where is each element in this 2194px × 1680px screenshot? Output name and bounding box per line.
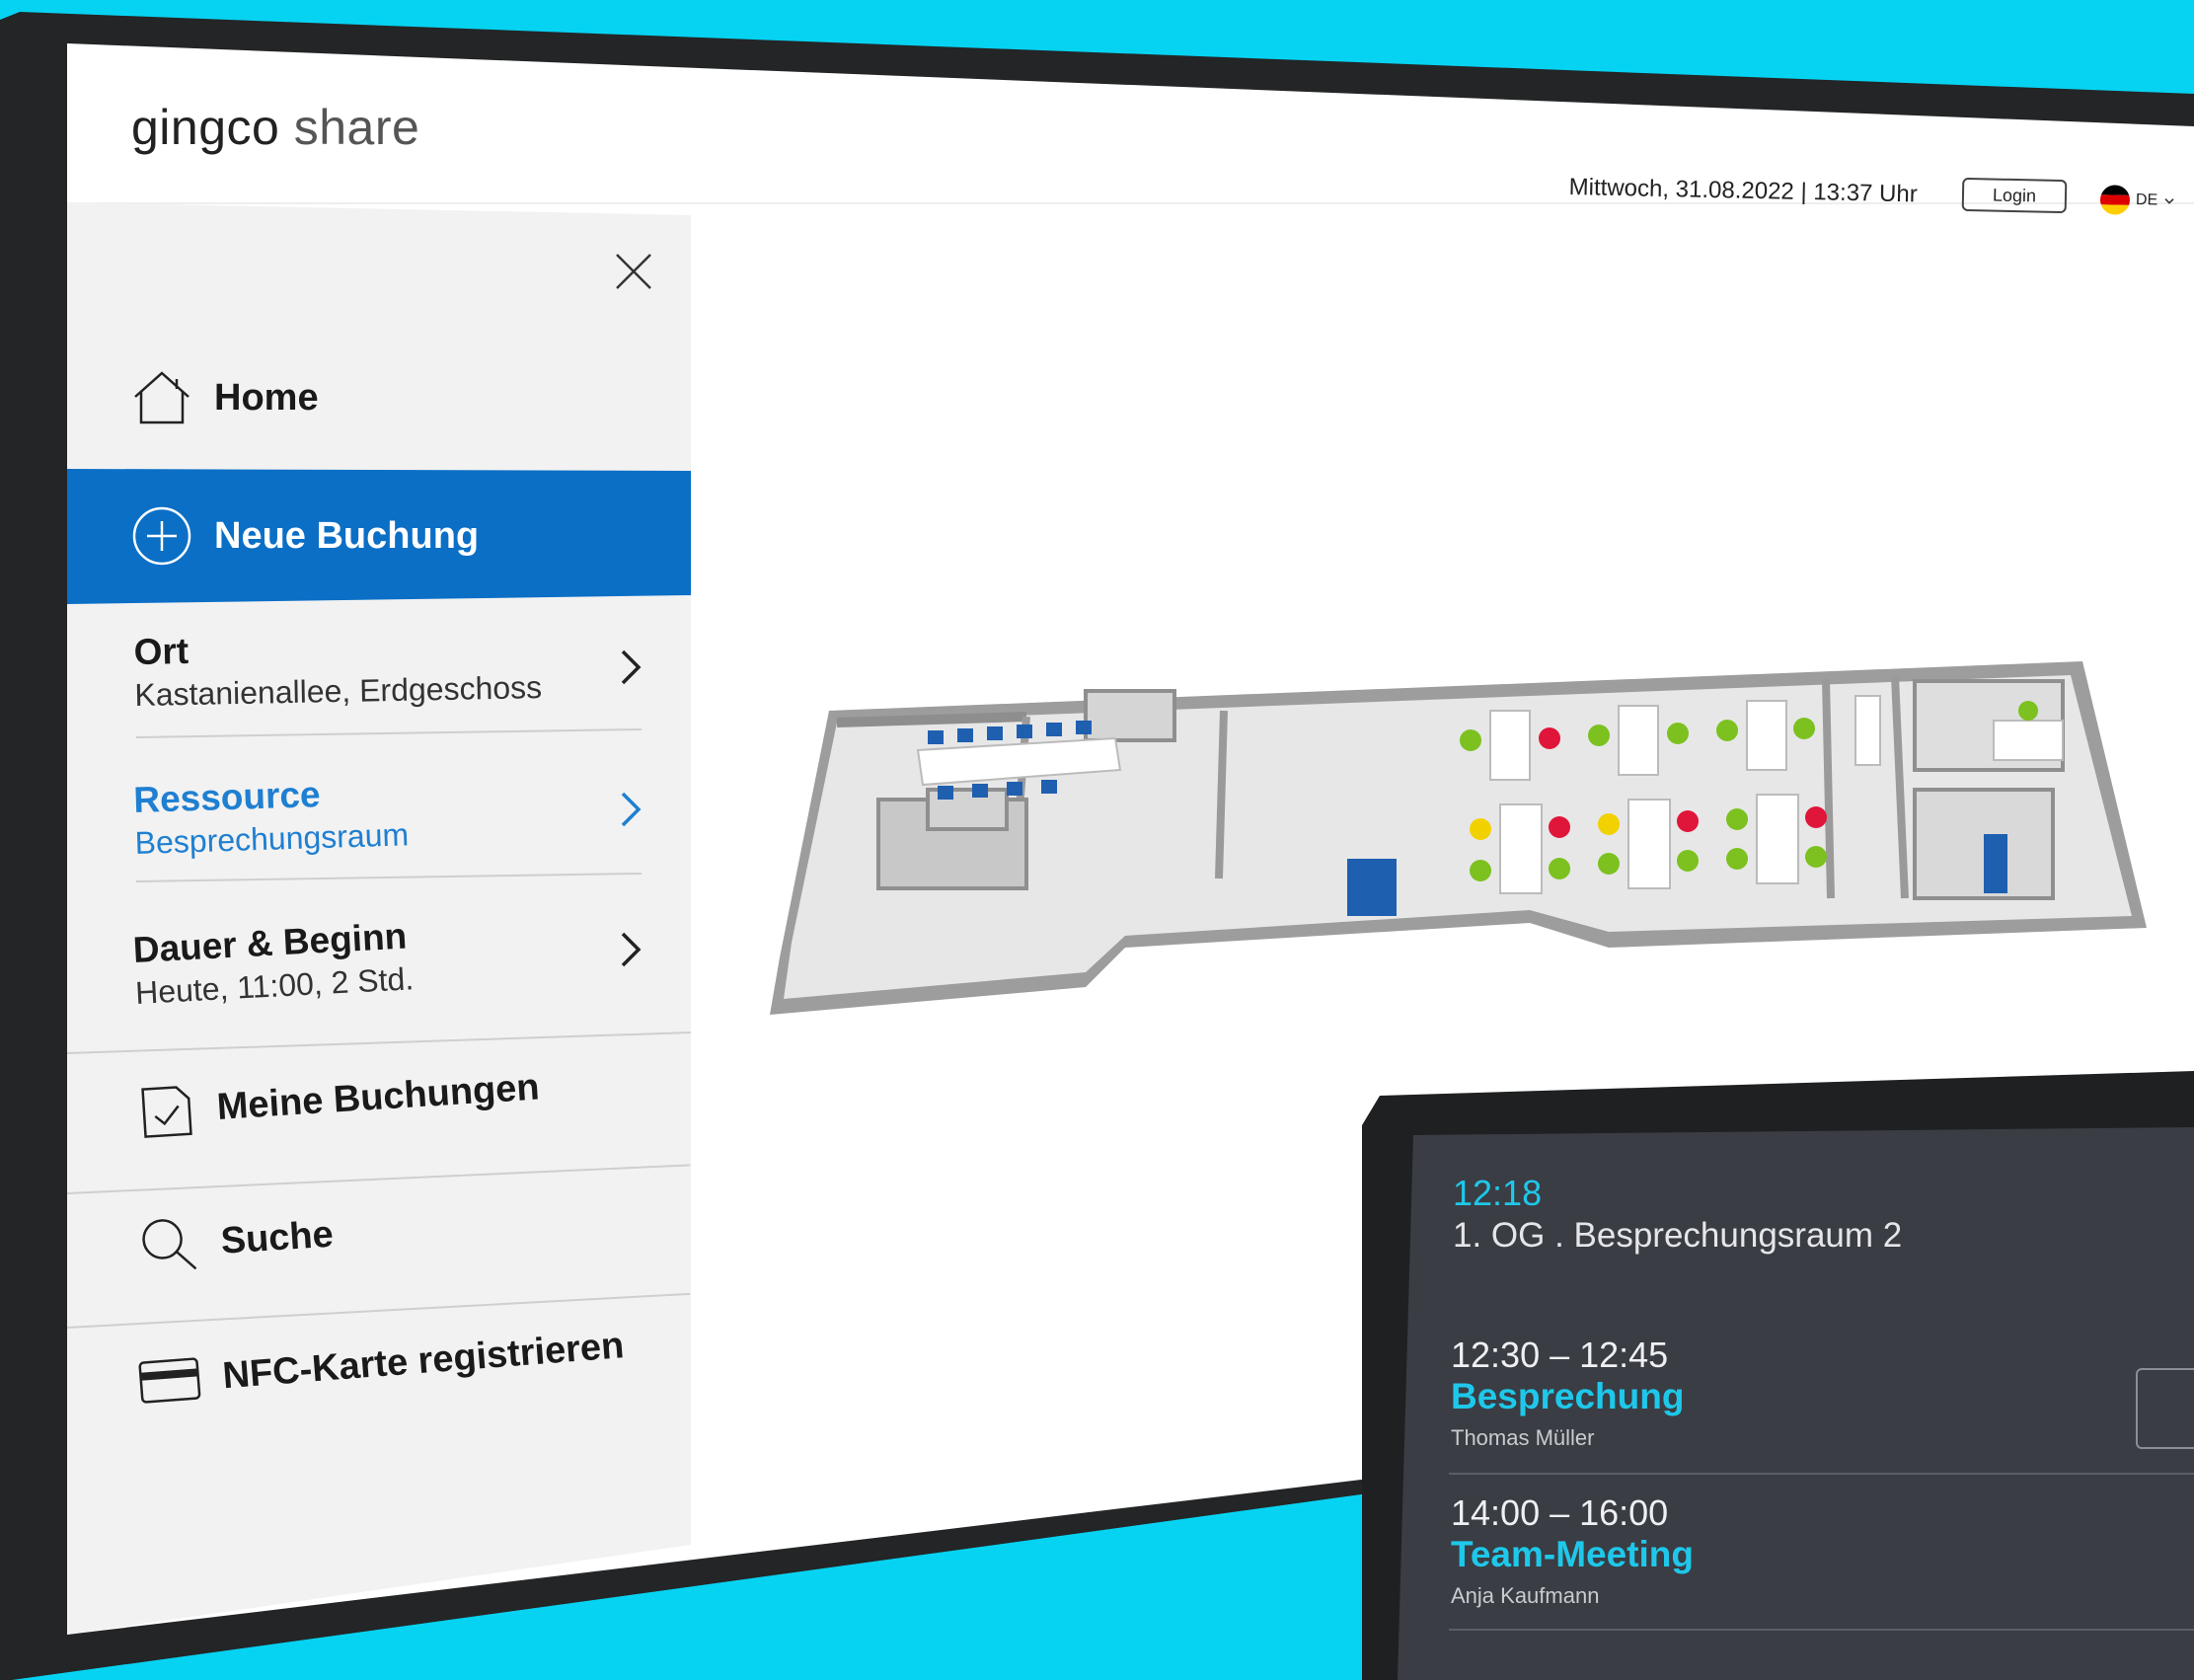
booking-person: Anja Kaufmann	[1451, 1583, 1600, 1608]
sidebar-item-new-booking[interactable]: Neue Buchung	[131, 505, 479, 567]
search-icon	[142, 1219, 197, 1270]
booking-person: Thomas Müller	[1451, 1425, 1595, 1450]
wall	[1822, 678, 1835, 899]
close-icon[interactable]	[614, 252, 653, 291]
chevron-right-icon[interactable]	[618, 930, 643, 969]
tablet-divider	[1449, 1629, 2194, 1631]
duration-selector[interactable]: Dauer & Beginn Heute, 11:00, 2 Std.	[132, 915, 415, 1012]
plus-circle-icon	[132, 506, 191, 566]
tablet-action-button[interactable]	[2136, 1368, 2194, 1449]
logo-brand: gingco	[131, 100, 280, 155]
resource-selector[interactable]: Ressource Besprechungsraum	[133, 771, 410, 862]
login-button[interactable]: Login	[1961, 177, 2068, 214]
lounge-block	[1984, 834, 2007, 893]
seat[interactable]	[1470, 860, 1491, 881]
logo-suffix: share	[293, 100, 420, 155]
seat[interactable]	[1539, 727, 1560, 749]
app-logo: gingco share	[131, 99, 419, 156]
chevron-right-icon[interactable]	[618, 648, 643, 687]
wall	[836, 712, 1027, 727]
chevron-down-icon	[2164, 198, 2174, 204]
tablet-clock: 12:18	[1453, 1173, 1543, 1213]
german-flag-icon	[2099, 185, 2131, 215]
calendar-check-icon	[141, 1086, 192, 1138]
sidebar-item-label: Meine Buchungen	[215, 1065, 541, 1128]
seat[interactable]	[1726, 808, 1748, 830]
seat[interactable]	[1470, 818, 1491, 840]
seat[interactable]	[2018, 701, 2038, 721]
seat[interactable]	[1598, 853, 1620, 875]
seat[interactable]	[1549, 858, 1570, 879]
sidebar-item-search[interactable]: Suche	[136, 1204, 336, 1277]
tablet-room-name: 1. OG . Besprechungsraum 2	[1453, 1216, 1903, 1255]
seat[interactable]	[1805, 846, 1827, 868]
location-selector[interactable]: Ort Kastanienallee, Erdgeschoss	[133, 624, 542, 714]
seat[interactable]	[1716, 720, 1738, 741]
booking-time: 12:30 – 12:45	[1451, 1335, 1669, 1375]
location-title: Ort	[133, 630, 189, 673]
lounge-block	[1347, 859, 1397, 916]
seat[interactable]	[1793, 718, 1815, 739]
home-icon	[134, 371, 189, 424]
seat[interactable]	[1598, 813, 1620, 835]
sidebar-item-label: Home	[214, 376, 319, 419]
booking-time: 14:00 – 16:00	[1451, 1492, 1669, 1533]
sidebar-item-home[interactable]: Home	[131, 369, 319, 426]
seat[interactable]	[1677, 810, 1699, 832]
language-selector[interactable]: DE	[2099, 185, 2176, 216]
floor-plan-map[interactable]	[770, 651, 2171, 1046]
tablet-divider	[1449, 1473, 2194, 1475]
booking-title[interactable]: Besprechung	[1451, 1376, 1684, 1417]
chevron-right-icon[interactable]	[618, 790, 643, 829]
language-code: DE	[2135, 191, 2158, 209]
seat[interactable]	[1460, 729, 1481, 751]
seat[interactable]	[1549, 816, 1570, 838]
card-icon	[138, 1357, 201, 1404]
location-value: Kastanienallee, Erdgeschoss	[134, 669, 543, 713]
seat[interactable]	[1588, 725, 1610, 746]
wall	[1215, 710, 1228, 879]
booking-title[interactable]: Team-Meeting	[1451, 1534, 1694, 1575]
seat[interactable]	[1667, 723, 1689, 744]
seat[interactable]	[1677, 850, 1699, 872]
seat[interactable]	[1726, 848, 1748, 870]
sidebar-item-label: Suche	[219, 1213, 335, 1262]
seat[interactable]	[1805, 806, 1827, 828]
room-block	[1084, 689, 1176, 742]
sidebar-item-label: Neue Buchung	[214, 514, 480, 557]
resource-title: Ressource	[132, 774, 322, 821]
